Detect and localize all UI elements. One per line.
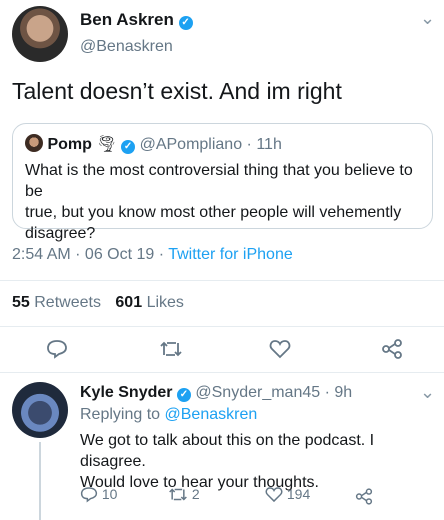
reply-author-handle[interactable]: @Snyder_man45 (195, 384, 320, 401)
reply-header: Kyle Snyder ✓ @Snyder_man45 · 9h (80, 384, 352, 402)
tweet-timestamp: 2:54 AM · 06 Oct 19 · Twitter for iPhone (12, 246, 293, 264)
quoted-text-line: What is the most controversial thing tha… (25, 162, 413, 200)
tweet-text: Talent doesn’t exist. And im right (12, 78, 342, 104)
author-name[interactable]: Ben Askren ✓ (80, 10, 193, 30)
reply-text-line: Would love to hear your thoughts. (80, 474, 319, 491)
quoted-text: What is the most controversial thing tha… (25, 160, 432, 244)
verified-icon: ✓ (121, 140, 136, 154)
like-count: 194 (286, 486, 311, 502)
separator-dot: · (324, 384, 330, 401)
likes-count: 601 (115, 294, 143, 311)
divider (0, 280, 444, 281)
retweet-icon (169, 488, 187, 501)
divider (0, 372, 444, 373)
quoted-tweet[interactable]: Pomp 🌪 ✓ @APompliano · 11h What is the m… (12, 123, 433, 242)
client-link[interactable]: Twitter for iPhone (168, 246, 293, 263)
verified-icon: ✓ (178, 16, 193, 30)
retweets-count: 55 (12, 294, 30, 311)
author-handle[interactable]: @Benaskren (80, 38, 173, 56)
share-icon[interactable] (355, 488, 373, 505)
tornado-icon: 🌪 (96, 136, 117, 153)
retweet-count: 2 (191, 486, 200, 502)
chevron-down-icon[interactable]: ⌄ (420, 8, 435, 29)
reply-action-like[interactable]: 194 (265, 486, 310, 503)
reply-icon[interactable] (46, 339, 68, 359)
reply-icon (80, 487, 98, 503)
reply-count: 10 (101, 486, 118, 502)
quoted-text-line: disagree? (25, 225, 96, 242)
divider (0, 326, 444, 327)
avatar[interactable] (12, 6, 68, 62)
reply-action-reply[interactable]: 10 (80, 486, 117, 503)
quoted-time: 11h (256, 136, 282, 153)
like-icon (265, 487, 283, 503)
tweet-stats: 55 Retweets 601 Likes (12, 294, 184, 312)
retweets-stat[interactable]: 55 Retweets (12, 294, 105, 311)
reply-action-retweet[interactable]: 2 (168, 486, 200, 503)
reply-text-line: We got to talk about this on the podcast… (80, 432, 375, 470)
quoted-author-handle[interactable]: @APompliano (140, 136, 243, 153)
replying-to: Replying to @Benaskren (80, 406, 257, 424)
retweet-icon[interactable] (159, 339, 183, 359)
chevron-down-icon[interactable]: ⌄ (420, 382, 435, 403)
likes-stat[interactable]: 601 Likes (115, 294, 184, 311)
reply-avatar[interactable] (12, 382, 68, 438)
reply-author-name[interactable]: Kyle Snyder (80, 384, 172, 401)
share-icon[interactable] (381, 339, 403, 359)
reply-time: 9h (334, 384, 353, 401)
reply-text: We got to talk about this on the podcast… (80, 430, 444, 493)
thread-line (39, 442, 41, 520)
retweets-label: Retweets (34, 294, 101, 311)
like-icon[interactable] (269, 339, 291, 359)
replying-prefix: Replying to (80, 406, 165, 423)
quoted-author-name[interactable]: Pomp (47, 136, 91, 153)
author-name-text[interactable]: Ben Askren (80, 10, 174, 29)
timestamp-text: 2:54 AM · 06 Oct 19 · (12, 246, 169, 263)
quoted-header: Pomp 🌪 ✓ @APompliano · 11h (25, 134, 282, 154)
replying-to-link[interactable]: @Benaskren (165, 406, 258, 423)
quoted-avatar[interactable] (25, 134, 43, 152)
likes-label: Likes (146, 294, 184, 311)
verified-icon: ✓ (176, 388, 191, 402)
quoted-text-line: true, but you know most other people wil… (25, 204, 402, 221)
separator-dot: · (246, 136, 252, 153)
